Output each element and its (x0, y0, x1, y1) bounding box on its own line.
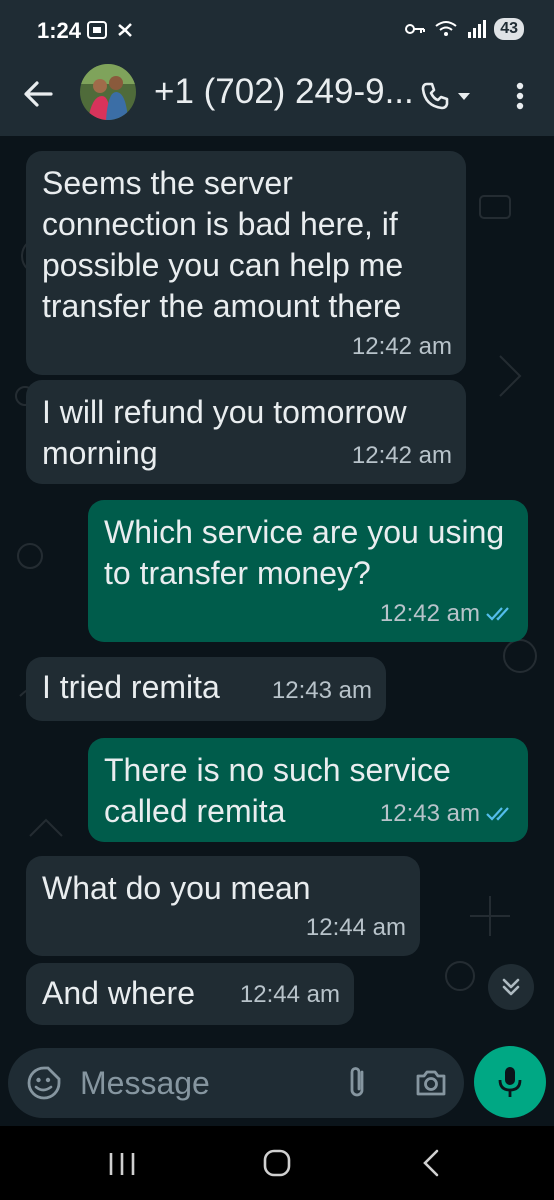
voice-message-button[interactable] (474, 1046, 546, 1118)
camera-icon (416, 1070, 446, 1096)
emoji-button[interactable] (26, 1065, 62, 1101)
double-chevron-down-icon (502, 978, 520, 996)
message-text: Which service are you using to transfer … (104, 514, 505, 591)
avatar-photo (80, 64, 136, 120)
message-bubble-incoming[interactable]: And where 12:44 am (26, 963, 354, 1025)
recent-apps-icon (109, 1153, 135, 1175)
time-label: 12:42 am (351, 442, 452, 469)
battery-indicator: 43 (494, 18, 524, 40)
message-bubble-incoming[interactable]: Seems the server connection is bad here,… (26, 151, 466, 375)
signal-icon (468, 20, 487, 38)
attach-button[interactable] (342, 1064, 374, 1102)
message-composer (8, 1048, 464, 1118)
emoji-icon (27, 1066, 61, 1100)
back-button[interactable] (20, 76, 56, 112)
home-button[interactable] (262, 1148, 292, 1178)
time-label: 12:44 am (305, 914, 406, 941)
wifi-icon (435, 21, 457, 36)
time-label: 12:42 am (351, 333, 452, 360)
time-label: 12:42 am (379, 600, 480, 627)
home-icon (263, 1149, 291, 1177)
mic-icon (498, 1067, 522, 1097)
message-time: 12:42 am (352, 435, 452, 476)
status-time: 1:24 (37, 18, 82, 43)
message-bubble-incoming[interactable]: What do you mean 12:44 am (26, 856, 420, 956)
status-icons-right: 43 (404, 18, 524, 40)
vpn-key-icon (405, 24, 426, 34)
caret-down-icon (458, 93, 470, 100)
message-bubble-outgoing[interactable]: Which service are you using to transfer … (88, 500, 528, 642)
contact-name[interactable]: +1 (702) 249-9... (154, 72, 416, 112)
double-check-icon (486, 606, 509, 621)
phone-icon (421, 82, 449, 110)
scroll-to-bottom-button[interactable] (488, 964, 534, 1010)
recent-apps-button[interactable] (108, 1150, 136, 1178)
message-time: 12:43 am (271, 677, 372, 704)
message-text: What do you mean (42, 870, 311, 906)
paperclip-icon (350, 1067, 364, 1097)
message-bubble-incoming[interactable]: I will refund you tomorrow morning 12:42… (26, 380, 466, 484)
message-time: 12:44 am (306, 907, 406, 948)
message-bubble-outgoing[interactable]: There is no such service called remita 1… (88, 738, 528, 842)
message-time: 12:42 am (352, 326, 452, 367)
system-navigation-bar (0, 1126, 554, 1200)
message-input[interactable] (80, 1062, 310, 1104)
camera-button[interactable] (414, 1066, 448, 1100)
status-icons-left (86, 20, 134, 40)
message-time: 12:44 am (239, 981, 340, 1008)
more-vert-icon (516, 82, 524, 110)
chat-header: +1 (702) 249-9... (0, 60, 554, 136)
arrow-left-icon (24, 81, 53, 107)
chevron-left-icon (423, 1149, 439, 1177)
more-options-button[interactable] (506, 76, 534, 116)
message-meta: 12:43 am (380, 793, 514, 834)
message-meta: 12:42 am (380, 593, 514, 634)
call-button[interactable] (420, 76, 484, 116)
message-bubble-incoming[interactable]: I tried remita 12:43 am (26, 657, 386, 721)
notification-icon (118, 23, 132, 37)
double-check-icon (486, 806, 509, 821)
screenshot-icon (87, 21, 107, 39)
time-label: 12:43 am (379, 800, 480, 827)
message-text: Seems the server connection is bad here,… (42, 165, 404, 324)
status-bar: 1:24 43 (0, 0, 554, 60)
nav-back-button[interactable] (420, 1148, 442, 1178)
contact-avatar[interactable] (80, 64, 136, 120)
